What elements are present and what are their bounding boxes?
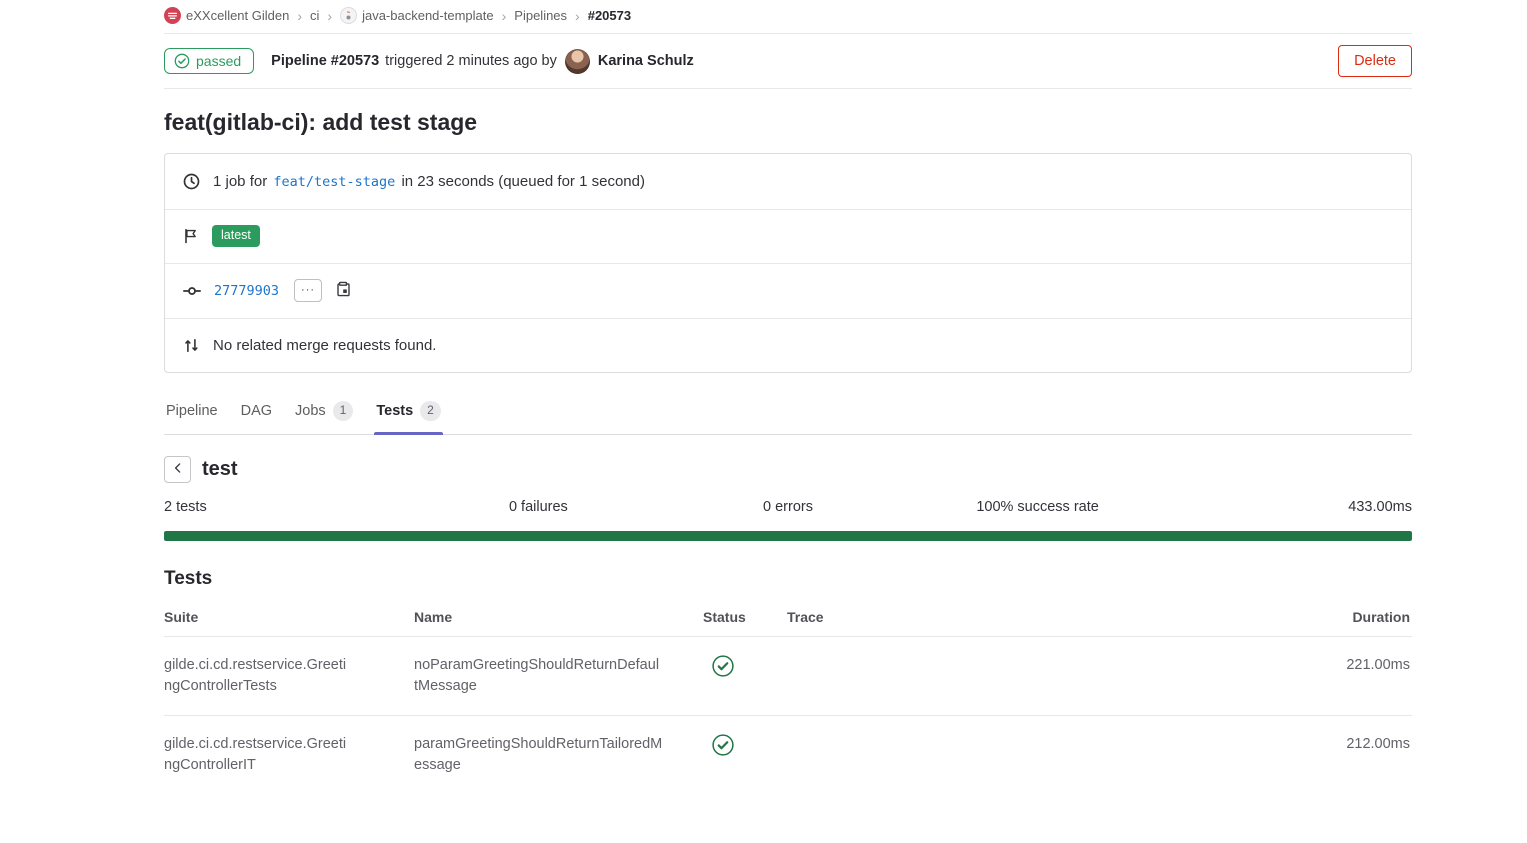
summary-stat: 2 tests bbox=[164, 499, 414, 515]
commit-sha-link[interactable]: 27779903 bbox=[214, 283, 279, 299]
test-row: gilde.ci.cd.restservice.GreetingControll… bbox=[164, 716, 1412, 794]
job-summary-text: 1 job for feat/test-stage in 23 seconds … bbox=[213, 173, 645, 190]
breadcrumb-item-java-backend-template[interactable]: java-backend-template bbox=[340, 7, 494, 24]
author-name-link[interactable]: Karina Schulz bbox=[598, 53, 694, 69]
merge-request-text: No related merge requests found. bbox=[213, 337, 436, 354]
group-avatar-icon bbox=[164, 7, 181, 24]
test-passed-icon bbox=[712, 734, 734, 756]
breadcrumb-separator-icon: › bbox=[297, 9, 302, 23]
merge-request-row: No related merge requests found. bbox=[165, 318, 1411, 373]
pipeline-tabs: Pipeline DAG Jobs 1 Tests 2 bbox=[164, 392, 1412, 435]
tab-pipeline[interactable]: Pipeline bbox=[164, 392, 220, 434]
breadcrumb-label: ci bbox=[310, 8, 319, 23]
pipeline-header-bar: passed Pipeline #20573 triggered 2 minut… bbox=[164, 34, 1412, 89]
check-circle-icon bbox=[174, 53, 190, 69]
merge-request-icon bbox=[183, 337, 200, 354]
author-avatar[interactable] bbox=[565, 49, 590, 74]
delete-button[interactable]: Delete bbox=[1338, 45, 1412, 77]
commit-icon bbox=[183, 282, 201, 300]
tests-section-heading: Tests bbox=[164, 568, 1412, 590]
pipeline-id: Pipeline #20573 bbox=[271, 53, 379, 69]
tab-label: Jobs bbox=[295, 403, 326, 419]
tab-count-badge: 1 bbox=[333, 401, 354, 421]
tab-jobs[interactable]: Jobs 1 bbox=[293, 392, 355, 434]
chevron-left-icon bbox=[172, 462, 184, 477]
breadcrumb-separator-icon: › bbox=[502, 9, 507, 23]
test-duration-cell: 221.00ms bbox=[1282, 655, 1412, 676]
breadcrumb: eXXcellent Gilden › ci › java-backend-templa… bbox=[164, 0, 1412, 34]
success-rate-bar-fill bbox=[164, 531, 1412, 541]
tests-table: SuiteNameStatusTraceDuration gilde.ci.cd.… bbox=[164, 594, 1412, 794]
breadcrumb-label: eXXcellent Gilden bbox=[186, 8, 289, 23]
test-name-cell: noParamGreetingShouldReturnDefaultMessag… bbox=[414, 655, 703, 697]
pipeline-trigger-info: Pipeline #20573 triggered 2 minutes ago … bbox=[271, 49, 694, 74]
test-suite-header: test bbox=[164, 456, 1412, 483]
breadcrumb-label: #20573 bbox=[588, 8, 631, 23]
test-status-cell bbox=[703, 655, 787, 684]
pipeline-header-left: passed Pipeline #20573 triggered 2 minut… bbox=[164, 48, 694, 74]
toggle-commit-description-button[interactable]: ··· bbox=[294, 279, 322, 302]
latest-badge: latest bbox=[212, 225, 260, 247]
summary-stat: 100% success rate bbox=[913, 499, 1163, 515]
project-avatar-icon bbox=[340, 7, 357, 24]
column-header-trace: Trace bbox=[787, 609, 1282, 625]
test-name-cell: paramGreetingShouldReturnTailoredMessage bbox=[414, 734, 703, 776]
job-count-text: 1 job for bbox=[213, 173, 267, 190]
test-suite-cell: gilde.ci.cd.restservice.GreetingControll… bbox=[164, 734, 414, 776]
latest-badge-row: latest bbox=[165, 209, 1411, 264]
tab-count-badge: 2 bbox=[420, 401, 441, 421]
summary-stat: 0 failures bbox=[414, 499, 664, 515]
copy-to-clipboard-icon bbox=[335, 281, 351, 300]
pipeline-detail-page: eXXcellent Gilden › ci › java-backend-templa… bbox=[164, 0, 1412, 794]
column-header-suite: Suite bbox=[164, 609, 414, 625]
success-rate-bar bbox=[164, 531, 1412, 541]
tab-dag[interactable]: DAG bbox=[239, 392, 274, 434]
back-button[interactable] bbox=[164, 456, 191, 483]
tab-tests[interactable]: Tests 2 bbox=[374, 392, 443, 434]
column-header-name: Name bbox=[414, 609, 703, 625]
tests-table-header: SuiteNameStatusTraceDuration bbox=[164, 594, 1412, 637]
status-badge-label: passed bbox=[196, 53, 241, 69]
tab-label: Tests bbox=[376, 403, 413, 419]
pipeline-info-box: 1 job for feat/test-stage in 23 seconds … bbox=[164, 153, 1412, 373]
tab-label: DAG bbox=[241, 403, 272, 419]
test-row: gilde.ci.cd.restservice.GreetingControll… bbox=[164, 637, 1412, 716]
breadcrumb-item-pipelines[interactable]: Pipelines bbox=[514, 8, 567, 23]
suite-name-heading: test bbox=[202, 458, 238, 481]
test-duration-cell: 212.00ms bbox=[1282, 734, 1412, 755]
breadcrumb-separator-icon: › bbox=[327, 9, 332, 23]
clock-icon bbox=[183, 173, 200, 190]
test-summary-stats: 2 tests0 failures0 errors100% success ra… bbox=[164, 499, 1412, 515]
breadcrumb-item-ci[interactable]: ci bbox=[310, 8, 319, 23]
column-header-duration: Duration bbox=[1282, 609, 1412, 625]
flag-icon bbox=[183, 228, 199, 244]
pipeline-status-badge[interactable]: passed bbox=[164, 48, 254, 74]
column-header-status: Status bbox=[703, 609, 787, 625]
ref-link[interactable]: feat/test-stage bbox=[273, 174, 395, 190]
breadcrumb-label: Pipelines bbox=[514, 8, 567, 23]
commit-row: 27779903 ··· bbox=[165, 263, 1411, 318]
triggered-text: triggered 2 minutes ago by bbox=[385, 53, 557, 69]
job-duration-text: in 23 seconds (queued for 1 second) bbox=[401, 173, 645, 190]
summary-stat: 0 errors bbox=[663, 499, 913, 515]
copy-commit-sha-button[interactable] bbox=[335, 281, 351, 300]
tab-label: Pipeline bbox=[166, 403, 218, 419]
breadcrumb-label: java-backend-template bbox=[362, 8, 494, 23]
page-title: feat(gitlab-ci): add test stage bbox=[164, 109, 1412, 136]
test-passed-icon bbox=[712, 655, 734, 677]
test-status-cell bbox=[703, 734, 787, 763]
breadcrumb-item-exxcellent-gilden[interactable]: eXXcellent Gilden bbox=[164, 7, 289, 24]
breadcrumb-item-20573[interactable]: #20573 bbox=[588, 8, 631, 23]
job-summary-row: 1 job for feat/test-stage in 23 seconds … bbox=[165, 154, 1411, 209]
test-suite-cell: gilde.ci.cd.restservice.GreetingControll… bbox=[164, 655, 414, 697]
summary-stat: 433.00ms bbox=[1162, 499, 1412, 515]
breadcrumb-separator-icon: › bbox=[575, 9, 580, 23]
